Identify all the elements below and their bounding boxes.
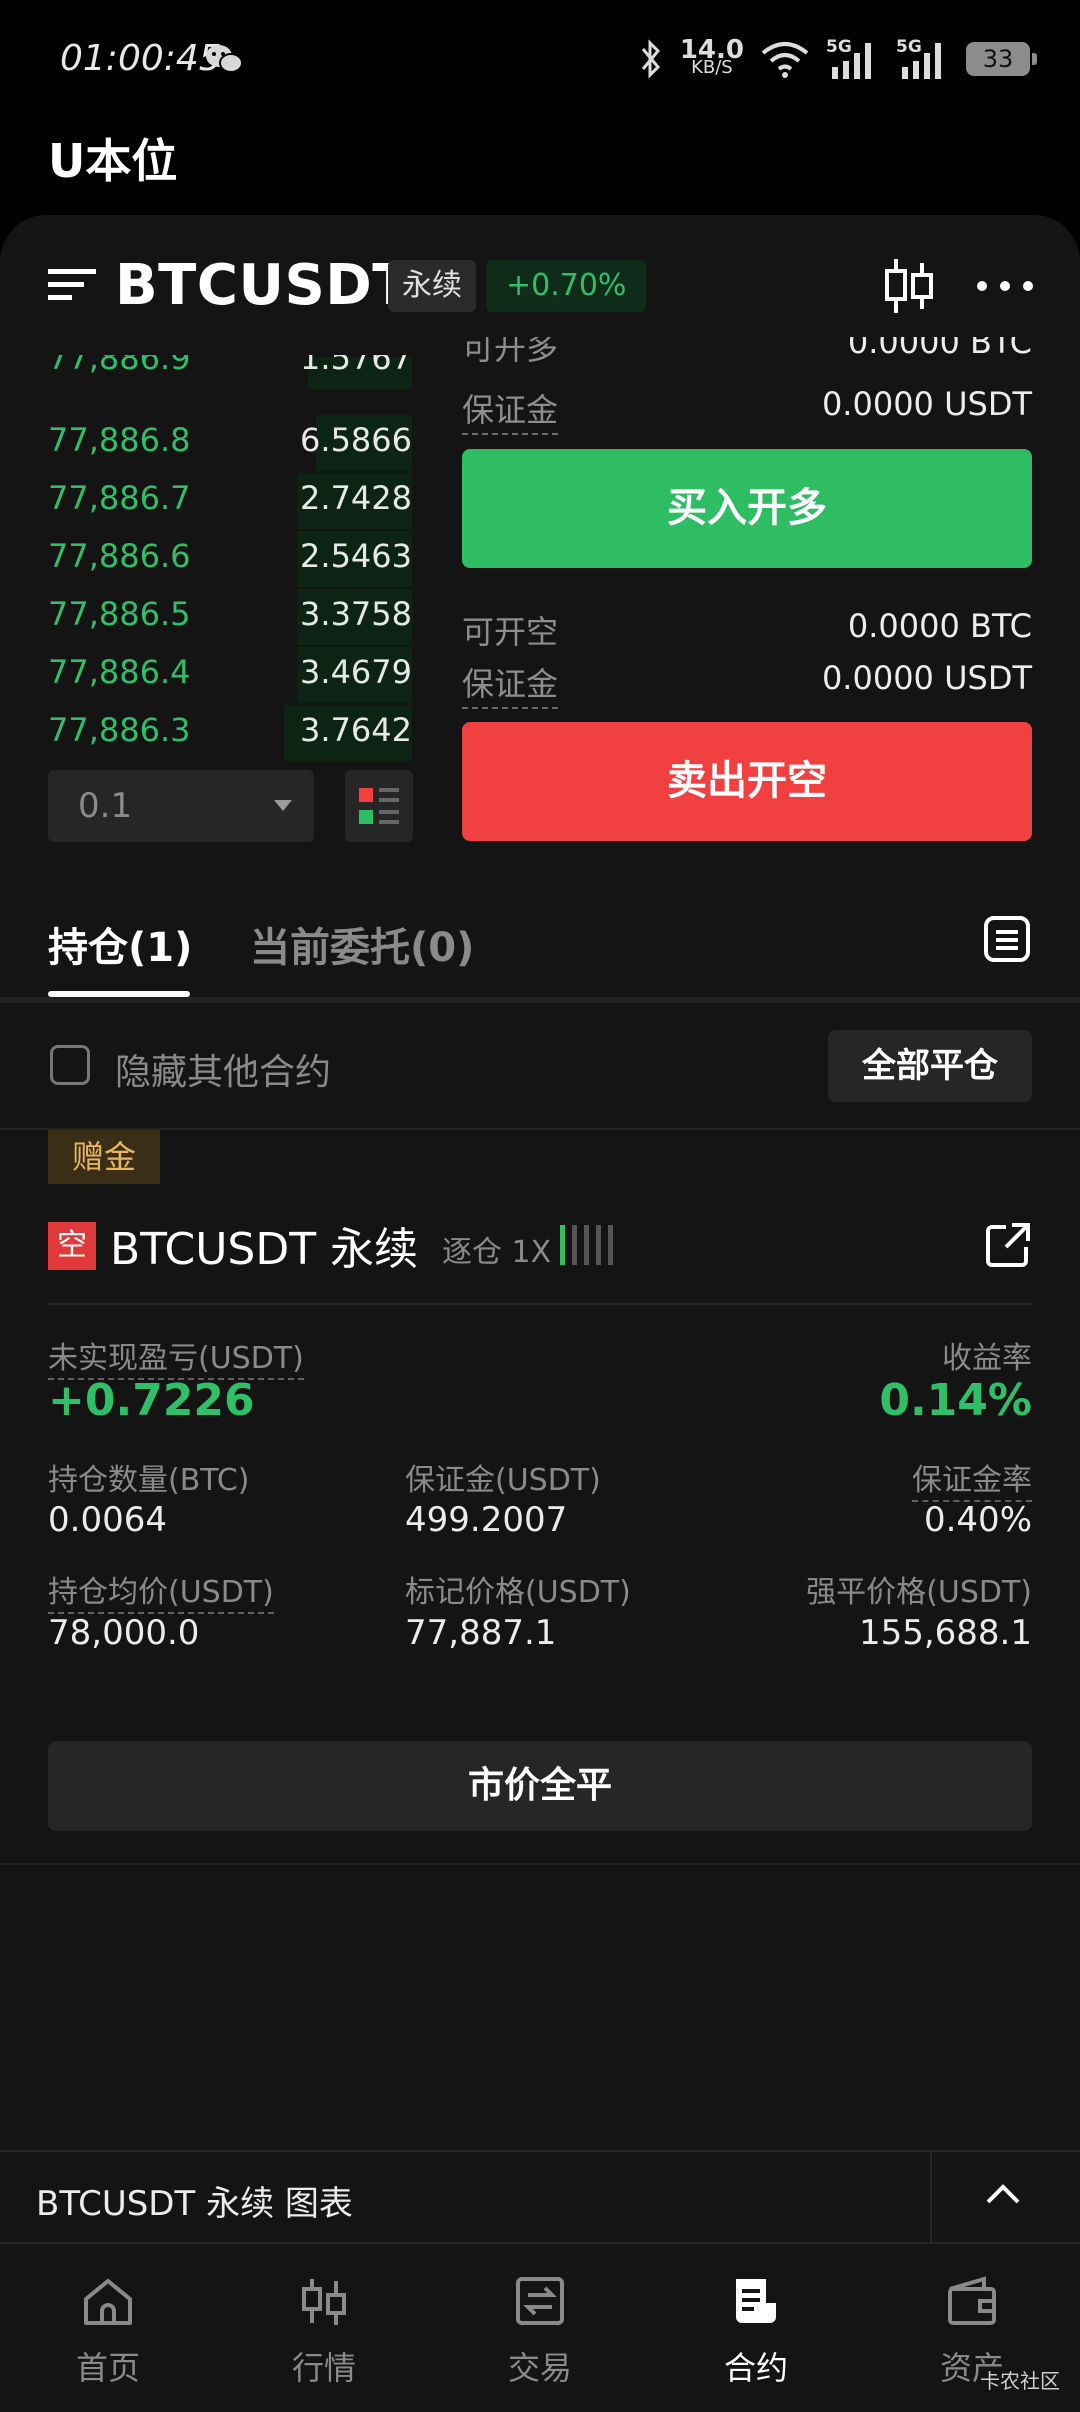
home-icon bbox=[84, 2279, 132, 2325]
nav-markets[interactable]: 行情 bbox=[216, 2245, 432, 2412]
mark-price-value: 77,887.1 bbox=[405, 1613, 557, 1653]
orderbook-row[interactable]: 77,886.5 3.3758 bbox=[0, 587, 420, 645]
nav-home[interactable]: 首页 bbox=[0, 2245, 216, 2412]
orderbook-row[interactable]: 77,886.3 3.7642 bbox=[0, 703, 420, 761]
orderbook-price: 77,886.6 bbox=[48, 537, 191, 575]
divider bbox=[48, 1303, 1032, 1305]
candlestick-icon[interactable] bbox=[884, 259, 934, 313]
orderbook-row[interactable]: 77,886.8 6.5866 bbox=[0, 413, 420, 471]
bonus-badge: 赠金 bbox=[48, 1130, 161, 1184]
position-title[interactable]: BTCUSDT 永续 bbox=[110, 1213, 418, 1277]
margin-label: 保证金(USDT) bbox=[405, 1463, 601, 1498]
entry-price-value: 78,000.0 bbox=[48, 1613, 200, 1653]
depth-view-icon[interactable] bbox=[345, 770, 413, 842]
orderbook-price: 77,886.5 bbox=[48, 595, 191, 633]
orderbook-price: 77,886.3 bbox=[48, 711, 191, 749]
page-title: U本位 bbox=[48, 134, 178, 188]
margin-mode: 逐仓 1X bbox=[442, 1235, 552, 1270]
short-available-row: 可开空 0.0000 BTC bbox=[462, 607, 1032, 651]
unrealized-pnl-value: +0.7226 bbox=[48, 1375, 255, 1426]
divider bbox=[0, 1128, 1080, 1130]
orderbook-qty: 3.3758 bbox=[300, 595, 412, 633]
position-size-value: 0.0064 bbox=[48, 1500, 167, 1540]
margin-value: 499.2007 bbox=[405, 1500, 568, 1540]
bluetooth-icon bbox=[641, 39, 660, 79]
orderbook-qty: 2.5463 bbox=[300, 537, 412, 575]
entry-price-label[interactable]: 持仓均价(USDT) bbox=[48, 1567, 274, 1614]
share-icon[interactable] bbox=[984, 1221, 1032, 1269]
positions-filter-row: 隐藏其他合约 全部平仓 bbox=[0, 1003, 1080, 1128]
wechat-icon bbox=[206, 45, 243, 73]
chart-bar[interactable]: BTCUSDT 永续 图表 bbox=[0, 2152, 1080, 2242]
divider bbox=[930, 2152, 932, 2242]
buy-long-button[interactable]: 买入开多 bbox=[462, 449, 1032, 568]
chevron-down-icon bbox=[274, 800, 292, 811]
adl-indicator-icon bbox=[560, 1225, 613, 1265]
long-margin-row: 保证金 0.0000 USDT bbox=[462, 383, 1032, 435]
status-bar: 01:00:45 14.0 KB/S 5G 5G 33 bbox=[0, 0, 1080, 120]
orderbook-row[interactable]: 77,886.6 2.5463 bbox=[0, 529, 420, 587]
orderbook-row[interactable]: 77,886.7 2.7428 bbox=[0, 471, 420, 529]
orderbook-row[interactable]: 77,886.4 3.4679 bbox=[0, 645, 420, 703]
wallet-icon bbox=[948, 2276, 996, 2325]
orderbook-price: 77,886.7 bbox=[48, 479, 191, 517]
unrealized-pnl-label[interactable]: 未实现盈亏(USDT) bbox=[48, 1333, 304, 1380]
orderbook-qty: 3.4679 bbox=[300, 653, 412, 691]
bottom-nav: 首页 行情 交易 合约 资产 卡农社区 bbox=[0, 2245, 1080, 2412]
more-icon[interactable] bbox=[975, 279, 1035, 293]
divider bbox=[0, 2242, 1080, 2244]
position-size-label: 持仓数量(BTC) bbox=[48, 1463, 250, 1498]
chart-bar-label: BTCUSDT 永续 图表 bbox=[36, 2184, 353, 2224]
net-speed: 14.0 KB/S bbox=[679, 35, 744, 78]
hide-other-label[interactable]: 隐藏其他合约 bbox=[115, 1043, 331, 1095]
symbol-name[interactable]: BTCUSDT bbox=[115, 253, 411, 318]
margin-ratio-value: 0.40% bbox=[923, 1500, 1032, 1540]
orderbook-qty: 1.5767 bbox=[300, 355, 412, 377]
liquidation-price-value: 155,688.1 bbox=[858, 1613, 1032, 1653]
nav-futures[interactable]: 合约 bbox=[648, 2245, 864, 2412]
market-close-button[interactable]: 市价全平 bbox=[48, 1741, 1032, 1831]
perpetual-tag: 永续 bbox=[388, 260, 476, 312]
short-margin-row: 保证金 0.0000 USDT bbox=[462, 657, 1032, 709]
symbol-header: BTCUSDT 永续 +0.70% bbox=[0, 215, 1080, 350]
status-icons: 14.0 KB/S 5G 5G 33 bbox=[638, 34, 1037, 84]
futures-icon bbox=[736, 2279, 776, 2323]
menu-icon[interactable] bbox=[48, 267, 98, 303]
long-available-row: 可开多 0.0000 BTC bbox=[462, 337, 1032, 367]
close-all-button[interactable]: 全部平仓 bbox=[828, 1030, 1032, 1102]
roe-label: 收益率 bbox=[942, 1341, 1032, 1376]
orderbook-price: 77,886.9 bbox=[48, 355, 191, 377]
quantity-select[interactable]: 0.1 bbox=[48, 770, 314, 842]
short-side-badge: 空 bbox=[48, 1222, 96, 1270]
sell-short-button[interactable]: 卖出开空 bbox=[462, 722, 1032, 841]
status-time: 01:00:45 bbox=[60, 38, 222, 79]
nav-trade[interactable]: 交易 bbox=[432, 2245, 648, 2412]
signal-5g-icon-2: 5G bbox=[896, 37, 950, 81]
orderbook-price: 77,886.4 bbox=[48, 653, 191, 691]
chevron-up-icon[interactable] bbox=[985, 2182, 1021, 2206]
divider bbox=[0, 1863, 1080, 1865]
signal-5g-icon-1: 5G bbox=[826, 37, 880, 81]
order-history-icon[interactable] bbox=[983, 915, 1031, 963]
hide-other-checkbox[interactable] bbox=[50, 1045, 90, 1085]
orderbook-qty: 6.5866 bbox=[300, 421, 412, 459]
battery-icon: 33 bbox=[966, 42, 1037, 76]
orderbook-qty: 2.7428 bbox=[300, 479, 412, 517]
change-badge: +0.70% bbox=[486, 260, 647, 312]
markets-icon bbox=[302, 2279, 346, 2325]
orderbook-price: 77,886.8 bbox=[48, 421, 191, 459]
roe-value: 0.14% bbox=[879, 1375, 1032, 1426]
tab-open-orders[interactable]: 当前委托(0) bbox=[250, 915, 474, 973]
watermark: 卡农社区 bbox=[980, 2369, 1060, 2393]
futures-card: BTCUSDT 永续 +0.70% 77,886.9 1.5767 77,886.8… bbox=[0, 215, 1080, 2412]
liquidation-price-label: 强平价格(USDT) bbox=[806, 1575, 1032, 1610]
margin-ratio-label[interactable]: 保证金率 bbox=[912, 1455, 1032, 1502]
quantity-value: 0.1 bbox=[78, 786, 133, 826]
orderbook-qty: 3.7642 bbox=[300, 711, 412, 749]
mark-price-label: 标记价格(USDT) bbox=[405, 1575, 631, 1610]
orderbook-row[interactable]: 77,886.9 1.5767 bbox=[0, 355, 420, 389]
wifi-icon bbox=[761, 42, 809, 78]
tab-positions[interactable]: 持仓(1) bbox=[48, 915, 192, 973]
trade-icon bbox=[516, 2277, 564, 2325]
